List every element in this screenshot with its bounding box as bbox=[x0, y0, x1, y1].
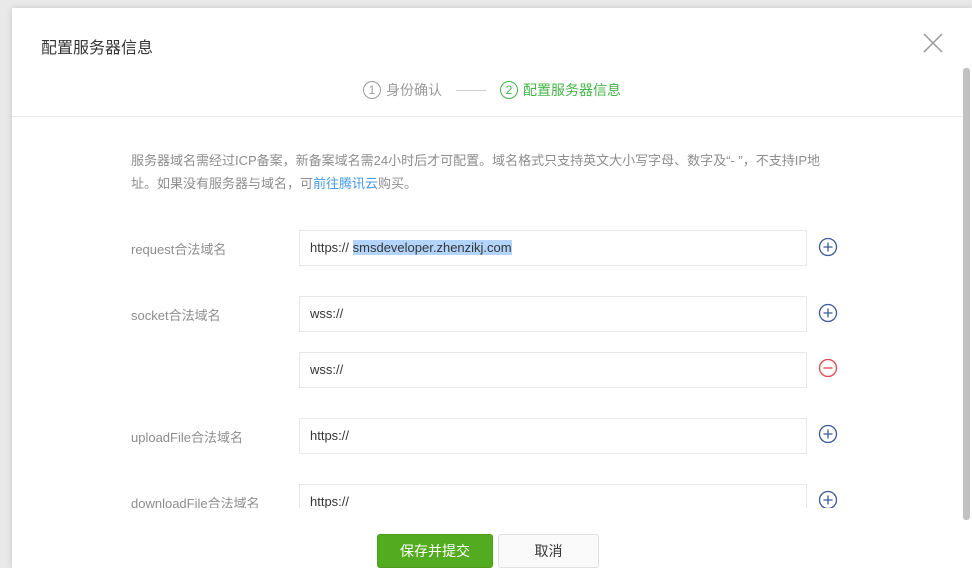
step-identity: 1 身份确认 bbox=[363, 80, 442, 100]
download-domain-label: downloadFile合法域名 bbox=[131, 496, 260, 508]
cancel-button[interactable]: 取消 bbox=[498, 534, 599, 568]
save-submit-button[interactable]: 保存并提交 bbox=[377, 534, 493, 568]
input-value: smsdeveloper.zhenzikj.com bbox=[352, 240, 512, 255]
add-icon[interactable] bbox=[818, 237, 838, 257]
step-number: 2 bbox=[500, 81, 518, 99]
request-domain-label: request合法域名 bbox=[131, 242, 227, 257]
close-icon[interactable] bbox=[922, 32, 944, 54]
domain-tip: 服务器域名需经过ICP备案，新备案域名需24小时后才可配置。域名格式只支持英文大… bbox=[131, 149, 841, 195]
upload-domain-input[interactable]: https:// bbox=[299, 418, 807, 454]
step-number: 1 bbox=[363, 81, 381, 99]
tip-text-end: 购买。 bbox=[378, 176, 418, 191]
socket-domain-input-2[interactable]: wss:// bbox=[299, 352, 807, 388]
dialog-body: 服务器域名需经过ICP备案，新备案域名需24小时后才可配置。域名格式只支持英文大… bbox=[12, 117, 962, 508]
socket-domain-label: socket合法域名 bbox=[131, 308, 221, 323]
add-icon[interactable] bbox=[818, 490, 838, 508]
add-icon[interactable] bbox=[818, 303, 838, 323]
config-server-dialog: 配置服务器信息 1 身份确认 2 配置服务器信息 服务器域名需经过ICP备案，新备案… bbox=[12, 8, 972, 568]
step-label: 配置服务器信息 bbox=[523, 82, 621, 98]
step-label: 身份确认 bbox=[386, 82, 442, 98]
socket-domain-input[interactable]: wss:// bbox=[299, 296, 807, 332]
tencent-cloud-link[interactable]: 前往腾讯云 bbox=[313, 176, 378, 191]
input-prefix: https:// bbox=[310, 240, 353, 255]
stepper: 1 身份确认 2 配置服务器信息 bbox=[12, 80, 972, 100]
add-icon[interactable] bbox=[818, 424, 838, 444]
scrollbar[interactable] bbox=[963, 68, 970, 520]
dialog-title: 配置服务器信息 bbox=[41, 40, 154, 57]
remove-icon[interactable] bbox=[818, 358, 838, 378]
tip-text: 服务器域名需经过ICP备案，新备案域名需24小时后才可配置。域名格式只支持英文大… bbox=[131, 153, 821, 191]
upload-domain-label: uploadFile合法域名 bbox=[131, 430, 243, 445]
download-domain-input[interactable]: https:// bbox=[299, 484, 807, 508]
step-divider bbox=[456, 89, 486, 91]
step-server-config: 2 配置服务器信息 bbox=[500, 80, 621, 100]
request-domain-input[interactable]: https:// smsdeveloper.zhenzikj.com bbox=[299, 230, 807, 266]
